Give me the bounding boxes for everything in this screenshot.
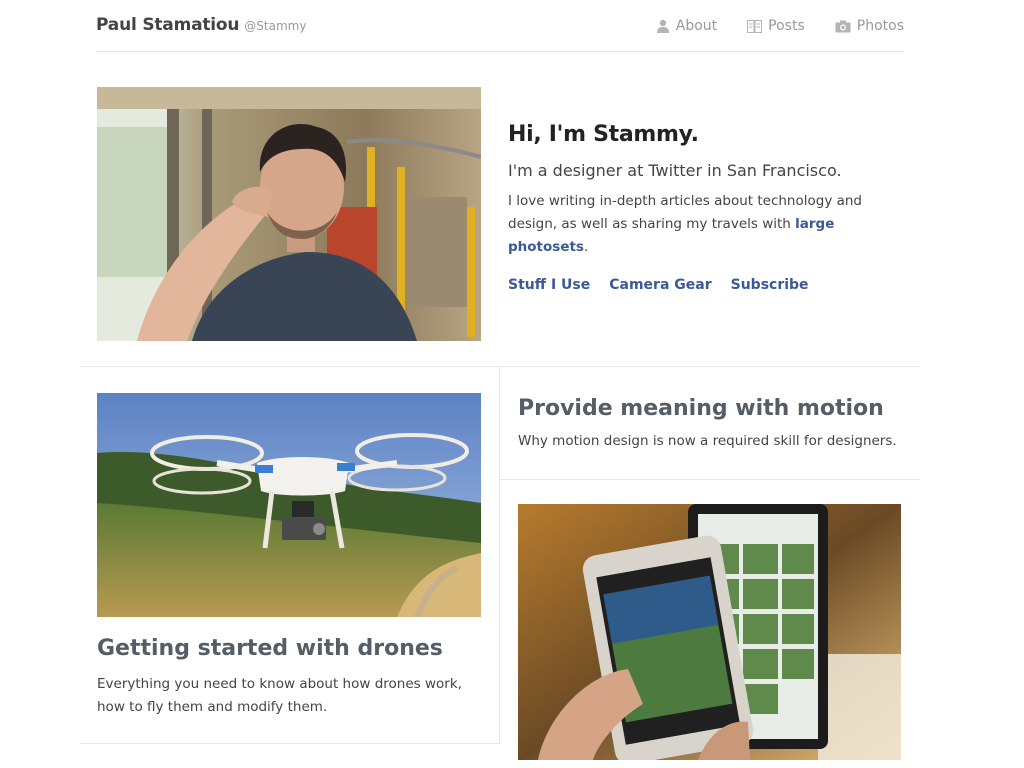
nav-posts-label: Posts [768, 18, 805, 34]
nav-photos[interactable]: Photos [835, 18, 904, 34]
twitter-handle: @Stammy [244, 19, 307, 33]
camera-icon [835, 20, 851, 33]
motion-article-description: Why motion design is now a required skil… [518, 433, 897, 449]
site-owner-name[interactable]: Paul Stamatiou [96, 15, 239, 35]
intro-title: Hi, I'm Stammy. [508, 122, 699, 147]
site-header: Paul Stamatiou @Stammy About Posts Photo… [96, 0, 904, 52]
nav-about[interactable]: About [656, 18, 717, 34]
profile-photo [97, 87, 481, 341]
motion-article-image[interactable] [518, 504, 901, 760]
intro-subtitle: I'm a designer at Twitter in San Francis… [508, 161, 842, 180]
book-icon [747, 19, 763, 33]
drone-article-description: Everything you need to know about how dr… [97, 676, 462, 715]
page: Paul Stamatiou @Stammy About Posts Photo… [0, 0, 1024, 768]
section-divider [80, 366, 920, 367]
brand[interactable]: Paul Stamatiou @Stammy [96, 15, 306, 35]
drone-article-image[interactable] [97, 393, 481, 617]
drone-article-title[interactable]: Getting started with drones [97, 636, 443, 661]
camera-gear-link[interactable]: Camera Gear [609, 277, 711, 293]
main-nav: About Posts Photos [656, 18, 904, 34]
nav-posts[interactable]: Posts [747, 18, 805, 34]
column-divider [499, 366, 500, 744]
card-bottom-divider [80, 743, 500, 744]
nav-about-label: About [675, 18, 718, 34]
card-divider [500, 479, 920, 480]
motion-article-title[interactable]: Provide meaning with motion [518, 396, 884, 421]
intro-links: Stuff I Use Camera Gear Subscribe [508, 277, 908, 293]
stuff-i-use-link[interactable]: Stuff I Use [508, 277, 590, 293]
person-icon [656, 19, 670, 33]
nav-photos-label: Photos [856, 18, 904, 34]
intro-body-end: . [583, 239, 589, 255]
intro: Hi, I'm Stammy. I'm a designer at Twitte… [508, 122, 908, 293]
intro-body: I love writing in-depth articles about t… [508, 190, 908, 259]
subscribe-link[interactable]: Subscribe [731, 277, 809, 293]
